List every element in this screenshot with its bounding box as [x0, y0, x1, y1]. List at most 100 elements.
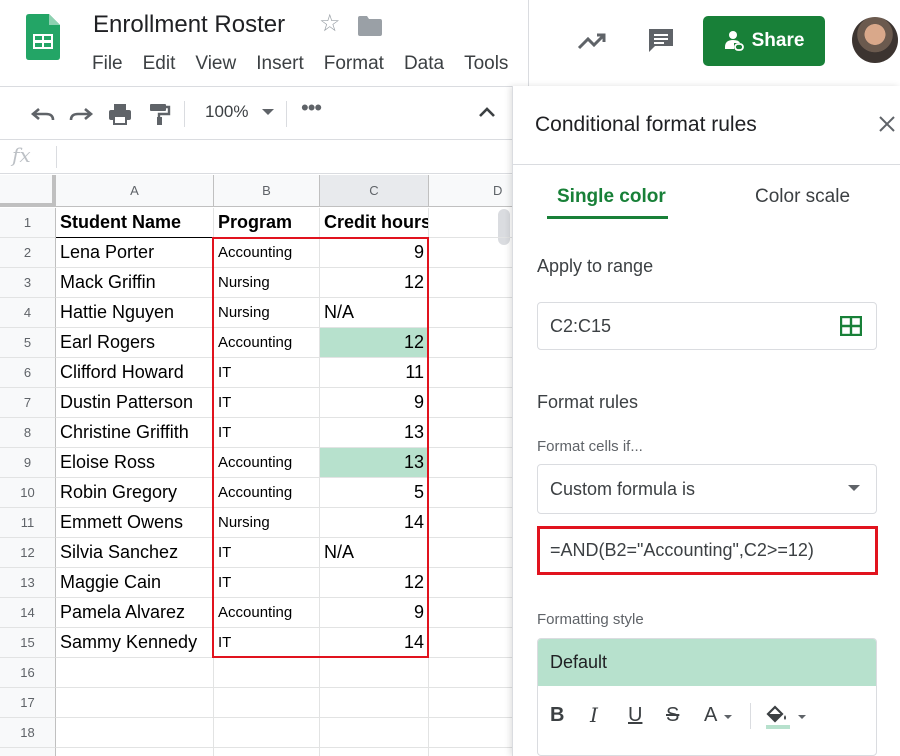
- cell-student-name[interactable]: Emmett Owens: [56, 508, 214, 538]
- row-header[interactable]: 11: [0, 508, 56, 538]
- cell-program[interactable]: [214, 748, 320, 756]
- cell-student-name[interactable]: Mack Griffin: [56, 268, 214, 298]
- custom-formula-input[interactable]: =AND(B2="Accounting",C2>=12): [537, 526, 878, 575]
- cell-student-name[interactable]: Hattie Nguyen: [56, 298, 214, 328]
- cell-student-name[interactable]: [56, 688, 214, 718]
- row-header[interactable]: 1: [0, 208, 56, 238]
- undo-icon[interactable]: [30, 101, 56, 127]
- row-header[interactable]: 15: [0, 628, 56, 658]
- range-input[interactable]: C2:C15: [537, 302, 877, 350]
- cell-student-name[interactable]: [56, 718, 214, 748]
- close-icon[interactable]: [879, 116, 895, 132]
- cell-student-name[interactable]: Eloise Ross: [56, 448, 214, 478]
- cell-student-name[interactable]: Christine Griffith: [56, 418, 214, 448]
- column-header-b[interactable]: B: [214, 175, 320, 207]
- cell-student-name[interactable]: Earl Rogers: [56, 328, 214, 358]
- row-header[interactable]: 19: [0, 748, 56, 756]
- cell-program[interactable]: [214, 658, 320, 688]
- avatar[interactable]: [852, 17, 898, 63]
- row-header[interactable]: 2: [0, 238, 56, 268]
- strikethrough-button[interactable]: S: [666, 705, 679, 725]
- more-options-icon[interactable]: •••: [301, 95, 322, 121]
- row-header[interactable]: 4: [0, 298, 56, 328]
- menu-insert[interactable]: Insert: [256, 53, 304, 75]
- folder-icon[interactable]: [358, 16, 382, 36]
- cell-student-name[interactable]: Robin Gregory: [56, 478, 214, 508]
- condition-select[interactable]: Custom formula is: [537, 464, 877, 514]
- fill-color-icon[interactable]: [764, 703, 794, 731]
- row-header[interactable]: 7: [0, 388, 56, 418]
- row-header[interactable]: 12: [0, 538, 56, 568]
- cell-empty[interactable]: [429, 208, 512, 238]
- menu-tools[interactable]: Tools: [464, 53, 508, 75]
- cell-empty[interactable]: [429, 238, 512, 268]
- row-header[interactable]: 6: [0, 358, 56, 388]
- row-header[interactable]: 5: [0, 328, 56, 358]
- row-header[interactable]: 17: [0, 688, 56, 718]
- cell-empty[interactable]: [429, 268, 512, 298]
- cell-empty[interactable]: [429, 658, 512, 688]
- cell-empty[interactable]: [429, 718, 512, 748]
- document-title[interactable]: Enrollment Roster: [93, 11, 285, 39]
- cell-credit-hours[interactable]: [320, 658, 429, 688]
- underline-button[interactable]: U: [628, 705, 642, 725]
- cell-empty[interactable]: [429, 598, 512, 628]
- menu-format[interactable]: Format: [324, 53, 384, 75]
- cell-empty[interactable]: [429, 688, 512, 718]
- menu-edit[interactable]: Edit: [143, 53, 176, 75]
- row-header[interactable]: 18: [0, 718, 56, 748]
- cell-student-name[interactable]: Silvia Sanchez: [56, 538, 214, 568]
- cell-empty[interactable]: [429, 748, 512, 756]
- cell-empty[interactable]: [429, 358, 512, 388]
- chevron-up-icon[interactable]: [476, 101, 498, 123]
- cell-credit-hours[interactable]: [320, 748, 429, 756]
- tab-single-color[interactable]: Single color: [557, 186, 666, 208]
- cell-empty[interactable]: [429, 508, 512, 538]
- cell-student-name[interactable]: Pamela Alvarez: [56, 598, 214, 628]
- cell-credit-hours[interactable]: [320, 718, 429, 748]
- cell-student-name[interactable]: [56, 658, 214, 688]
- cell-student-name[interactable]: [56, 748, 214, 756]
- print-icon[interactable]: [107, 101, 133, 127]
- column-header-c[interactable]: C: [320, 175, 429, 207]
- comment-icon[interactable]: [646, 26, 676, 54]
- zoom-select[interactable]: 100%: [205, 102, 248, 122]
- cell-program[interactable]: [214, 718, 320, 748]
- cell-program[interactable]: [214, 688, 320, 718]
- row-header[interactable]: 10: [0, 478, 56, 508]
- cell-empty[interactable]: [429, 448, 512, 478]
- row-header[interactable]: 13: [0, 568, 56, 598]
- cell-student-name[interactable]: Lena Porter: [56, 238, 214, 268]
- chevron-down-icon[interactable]: [848, 485, 860, 491]
- cell-student-name[interactable]: Maggie Cain: [56, 568, 214, 598]
- row-header[interactable]: 16: [0, 658, 56, 688]
- bold-button[interactable]: B: [550, 705, 564, 725]
- italic-button[interactable]: I: [590, 705, 598, 725]
- cell-empty[interactable]: [429, 478, 512, 508]
- cell-student-name[interactable]: Student Name: [56, 208, 214, 238]
- cell-empty[interactable]: [429, 298, 512, 328]
- cell-credit-hours[interactable]: [320, 688, 429, 718]
- row-header[interactable]: 8: [0, 418, 56, 448]
- menu-file[interactable]: File: [92, 53, 123, 75]
- cell-empty[interactable]: [429, 628, 512, 658]
- column-header-d[interactable]: D: [429, 175, 512, 207]
- cell-program[interactable]: Program: [214, 208, 320, 238]
- cell-student-name[interactable]: Clifford Howard: [56, 358, 214, 388]
- menu-data[interactable]: Data: [404, 53, 444, 75]
- row-header[interactable]: 3: [0, 268, 56, 298]
- row-header[interactable]: 9: [0, 448, 56, 478]
- column-header-a[interactable]: A: [56, 175, 214, 207]
- redo-icon[interactable]: [68, 101, 94, 127]
- menu-view[interactable]: View: [195, 53, 236, 75]
- select-all-corner[interactable]: [0, 175, 56, 207]
- style-preview[interactable]: Default: [538, 639, 876, 686]
- cell-credit-hours[interactable]: Credit hours: [320, 208, 429, 238]
- tab-color-scale[interactable]: Color scale: [755, 186, 850, 208]
- select-range-icon[interactable]: [840, 316, 862, 336]
- cell-empty[interactable]: [429, 568, 512, 598]
- paint-format-icon[interactable]: [146, 101, 172, 127]
- star-icon[interactable]: ☆: [319, 12, 341, 36]
- text-color-button[interactable]: A: [704, 705, 717, 725]
- text-color-caret-icon[interactable]: [724, 715, 732, 719]
